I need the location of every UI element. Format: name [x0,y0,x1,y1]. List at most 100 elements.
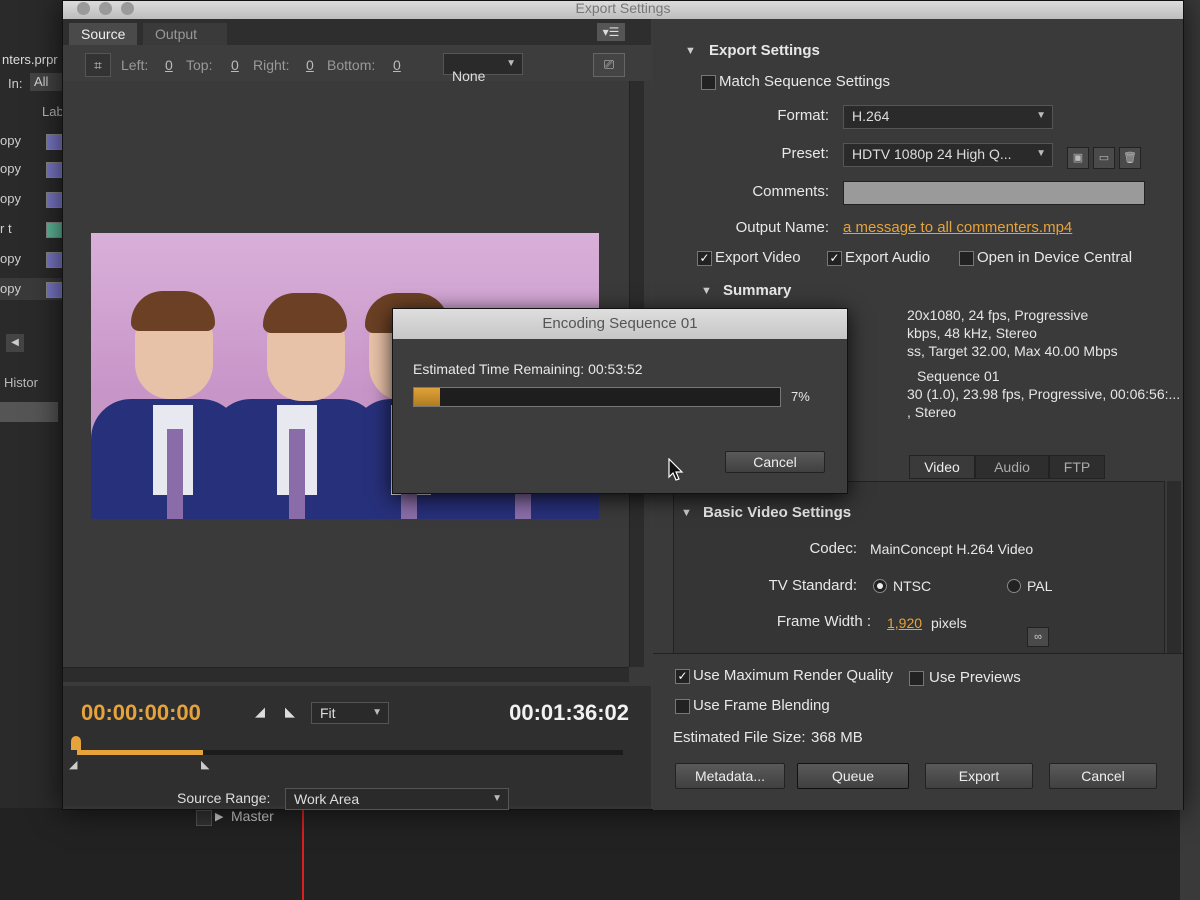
preset-dropdown[interactable]: HDTV 1080p 24 High Q... ▼ [843,143,1053,167]
metadata-button[interactable]: Metadata... [675,763,785,789]
summary-line: 20x1080, 24 fps, Progressive [907,307,1089,323]
master-track-toggle[interactable] [196,810,212,826]
crop-icon[interactable]: ⌗ [85,53,111,77]
encoding-progress-bar [413,387,781,407]
use-previews-label: Use Previews [929,669,1021,686]
current-timecode[interactable]: 00:00:00:00 [81,700,201,726]
tie-shape [289,429,305,519]
project-row[interactable]: opy [0,188,68,210]
work-area-bar[interactable] [77,750,203,755]
export-button[interactable]: Export [925,763,1033,789]
playhead-marker-icon[interactable] [71,736,81,750]
close-window-button[interactable] [77,2,90,15]
export-settings-collapse-icon[interactable]: ▼ [685,45,696,57]
max-render-quality-checkbox[interactable]: ✓ [675,669,690,684]
set-in-point-icon[interactable]: ◢ [255,704,265,720]
master-expand-icon[interactable]: ▶ [215,810,223,823]
crop-top-value[interactable]: 0 [231,57,239,73]
tab-output[interactable]: Output [143,23,227,45]
file-size-value: 368 MB [811,729,863,746]
tie-shape [167,429,183,519]
hair-shape [131,291,215,331]
crop-ratio-dropdown[interactable]: None ▼ [443,53,523,84]
link-dimensions-icon[interactable]: ∞ [1027,627,1049,647]
chevron-down-icon: ▼ [372,707,382,718]
tab-video[interactable]: Video [909,455,975,479]
frame-width-unit: pixels [931,615,967,631]
out-point-marker-icon[interactable]: ◣ [201,758,209,771]
summary-line: 30 (1.0), 23.98 fps, Progressive, 00:06:… [907,386,1181,402]
frame-width-label: Frame Width : [776,613,871,630]
label-column-header[interactable]: Lab [42,104,64,119]
minimize-window-button[interactable] [99,2,112,15]
crop-top-label: Top: [186,57,213,73]
master-track-label: Master [231,808,274,824]
label-color-chip [46,252,62,268]
crop-right-label: Right: [253,57,290,73]
in-filter-dropdown[interactable]: All [30,73,64,91]
import-preset-icon[interactable]: ▭ [1093,147,1115,169]
export-audio-checkbox[interactable]: ✓ [827,251,842,266]
crop-right-value[interactable]: 0 [306,57,314,73]
settings-scrollbar[interactable] [1167,481,1181,671]
zoom-dropdown[interactable]: Fit ▼ [311,702,389,724]
encoding-cancel-button[interactable]: Cancel [725,451,825,473]
project-row[interactable]: opy [0,278,68,300]
label-color-chip [46,222,62,238]
set-out-point-icon[interactable]: ◣ [285,704,295,720]
tab-ftp[interactable]: FTP [1049,455,1105,479]
project-row[interactable]: opy [0,158,68,180]
progress-fill [414,388,440,406]
preset-value: HDTV 1080p 24 High Q... [852,146,1012,162]
scale-to-fit-icon[interactable]: ⎚ [593,53,625,77]
label-color-chip [46,134,62,150]
zoom-window-button[interactable] [121,2,134,15]
comments-field[interactable] [843,181,1145,205]
label-color-chip [46,162,62,178]
ntsc-radio[interactable] [873,579,887,593]
source-range-dropdown[interactable]: Work Area ▼ [285,788,509,810]
match-sequence-checkbox[interactable] [701,75,716,90]
crop-bottom-label: Bottom: [327,57,376,73]
export-settings-header: Export Settings [709,42,820,59]
in-point-marker-icon[interactable]: ◢ [69,758,77,771]
use-previews-checkbox[interactable] [909,671,924,686]
summary-line: ss, Target 32.00, Max 40.00 Mbps [907,343,1118,359]
export-video-label: Export Video [715,249,801,266]
project-row-name: r t [0,221,12,236]
basic-video-header: Basic Video Settings [703,504,852,521]
output-name-link[interactable]: a message to all commenters.mp4 [843,219,1072,236]
project-row-name: opy [0,133,21,148]
viewer-horizontal-scrollbar[interactable] [63,667,629,682]
crop-bottom-value[interactable]: 0 [393,57,401,73]
crop-left-value[interactable]: 0 [165,57,173,73]
queue-button[interactable]: Queue [797,763,909,789]
frame-blending-checkbox[interactable] [675,699,690,714]
format-dropdown[interactable]: H.264 ▼ [843,105,1053,129]
comments-label: Comments: [752,183,829,200]
export-video-checkbox[interactable]: ✓ [697,251,712,266]
device-central-label: Open in Device Central [977,249,1133,266]
tab-audio[interactable]: Audio [975,455,1049,479]
project-row-name: opy [0,161,21,176]
basic-video-collapse-icon[interactable]: ▼ [681,507,692,519]
save-preset-icon[interactable]: ▣ [1067,147,1089,169]
tab-source[interactable]: Source [69,23,138,45]
summary-collapse-icon[interactable]: ▼ [701,285,712,297]
frame-width-value[interactable]: 1,920 [887,615,922,631]
project-panel: nters.prpr In: All Lab opy opy opy r t o… [0,0,70,900]
project-row[interactable]: opy [0,130,68,152]
timecode-bar: 00:00:00:00 ◢ ◣ Fit ▼ 00:01:36:02 ◢ ◣ So… [63,686,651,810]
project-row[interactable]: opy [0,248,68,270]
scroll-left-arrow-icon[interactable]: ◀ [6,334,24,352]
export-audio-label: Export Audio [845,249,931,266]
timeline-playhead[interactable] [302,808,304,900]
history-tab[interactable]: Histor [4,375,38,390]
panel-menu-icon[interactable]: ▾☰ [597,23,625,41]
pal-radio[interactable] [1007,579,1021,593]
device-central-checkbox[interactable] [959,251,974,266]
delete-preset-icon[interactable]: 🗑 [1119,147,1141,169]
project-row[interactable]: r t [0,218,68,240]
history-row [0,402,58,422]
cancel-button[interactable]: Cancel [1049,763,1157,789]
